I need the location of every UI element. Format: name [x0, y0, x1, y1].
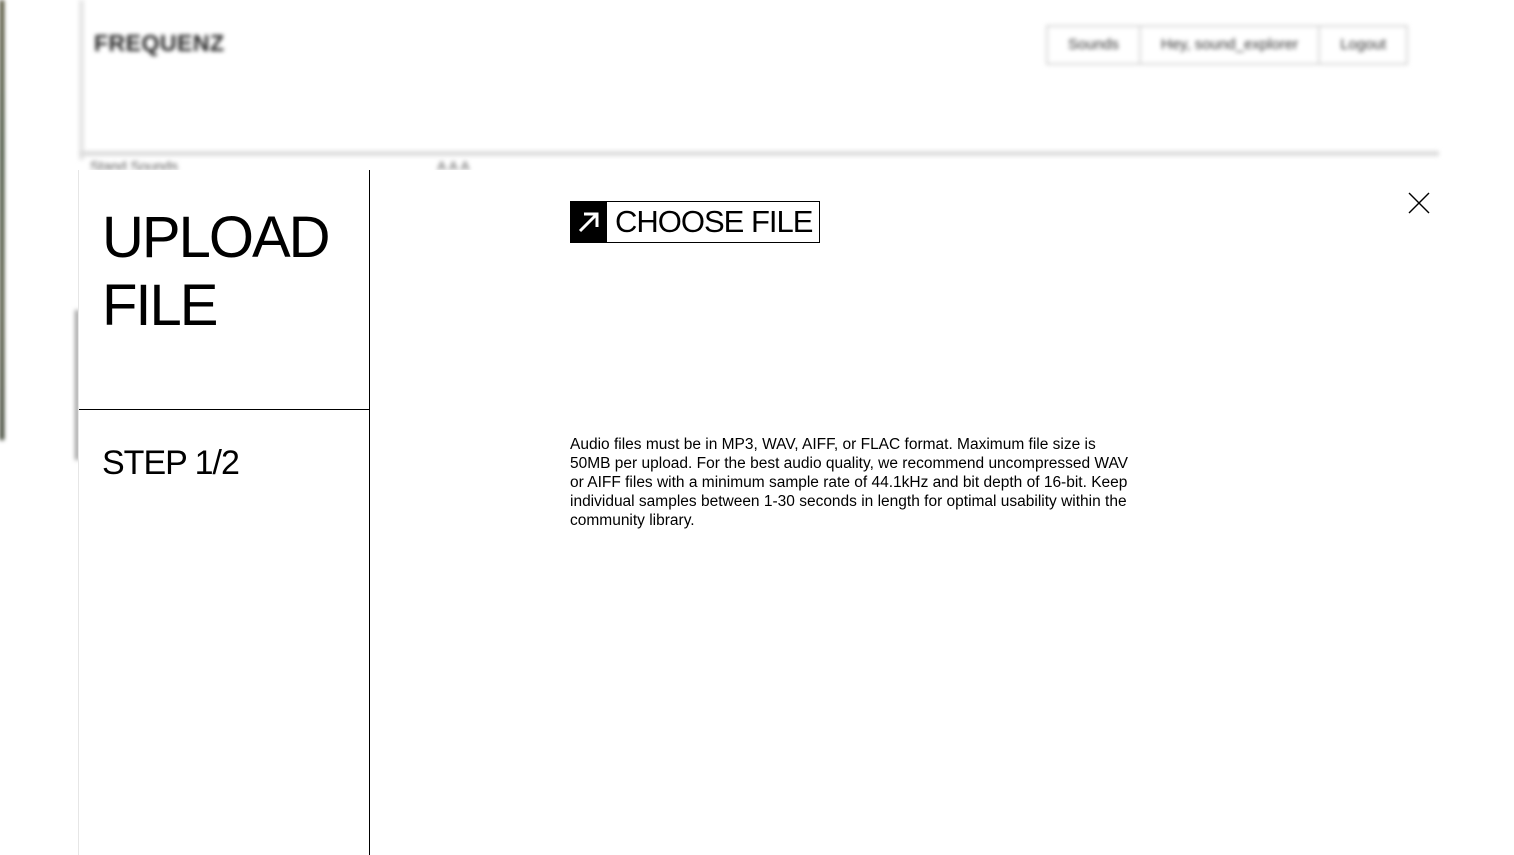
choose-file-label: CHOOSE FILE [615, 204, 813, 239]
nav-item-logout: Logout [1340, 36, 1387, 53]
background-border [79, 0, 84, 160]
upload-requirements-text: Audio files must be in MP3, WAV, AIFF, o… [570, 436, 1128, 529]
header-divider [79, 151, 1439, 156]
step-indicator: STEP 1/2 [102, 444, 240, 482]
top-nav: Sounds Hey, sound_explorer Logout [1046, 25, 1409, 65]
background-subtext: A A A [437, 158, 470, 170]
modal-content: CHOOSE FILE Audio files must be in MP3, … [371, 170, 1514, 855]
arrow-up-right-icon [571, 202, 607, 242]
nav-item-user: Hey, sound_explorer [1141, 27, 1321, 63]
modal-title-box: UPLOAD FILE [79, 170, 369, 410]
modal-sidebar: UPLOAD FILE STEP 1/2 [79, 170, 370, 855]
close-icon[interactable] [1406, 190, 1432, 216]
upload-modal: UPLOAD FILE STEP 1/2 CHOOSE FILE Audio f… [78, 170, 1514, 855]
site-logo: FREQUENZ [94, 30, 225, 56]
modal-title: UPLOAD FILE [102, 205, 331, 338]
background-image-strip [0, 0, 4, 440]
background-subtext: Stand Sounds [90, 158, 178, 170]
nav-item-sounds: Sounds [1048, 27, 1141, 63]
choose-file-button[interactable]: CHOOSE FILE [570, 201, 821, 243]
